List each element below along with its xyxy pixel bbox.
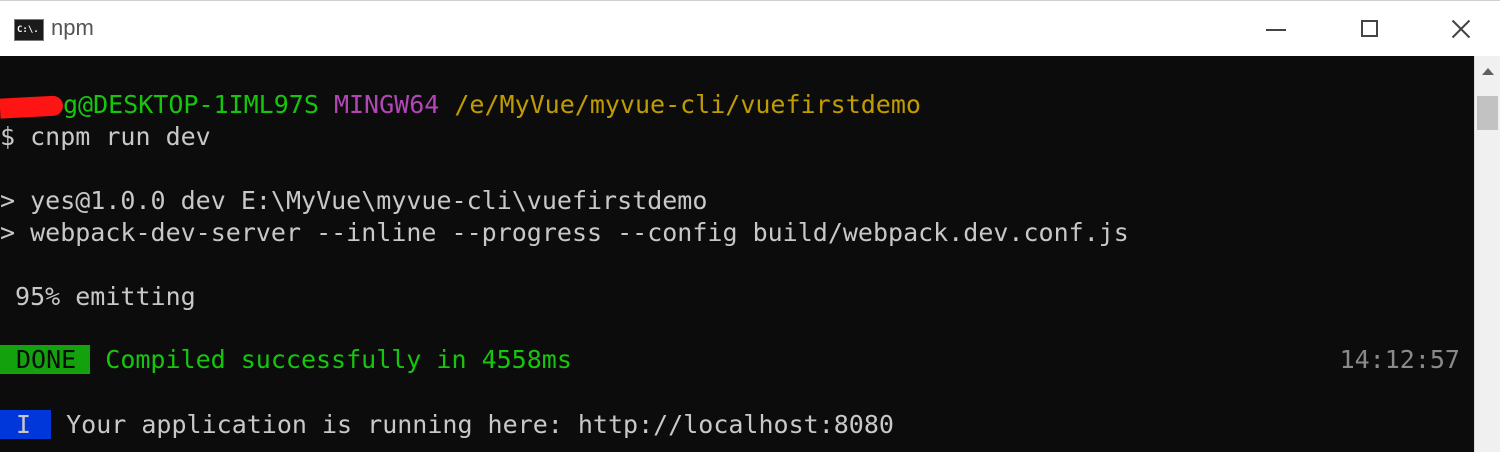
prompt-line: g@DESKTOP-1IML97S MINGW64 /e/MyVue/myvue… <box>0 89 921 121</box>
prompt-path: /e/MyVue/myvue-cli/vuefirstdemo <box>454 90 921 119</box>
close-button[interactable] <box>1415 1 1500 57</box>
title-bar[interactable]: C:\. npm <box>0 0 1500 56</box>
done-timestamp: 14:12:57 <box>1339 345 1460 374</box>
vertical-scrollbar[interactable] <box>1474 56 1500 452</box>
scroll-up-arrow-icon[interactable] <box>1482 68 1494 75</box>
done-badge: DONE <box>0 345 91 374</box>
console-app-icon: C:\. <box>14 19 44 41</box>
redaction-mark <box>0 95 64 119</box>
window-title: npm <box>51 15 94 40</box>
minimize-button[interactable] <box>1231 1 1321 57</box>
terminal-window: C:\. npm g@DESKTOP-1IML97S MINGW64 /e/My… <box>0 0 1500 452</box>
maximize-button[interactable] <box>1325 1 1415 57</box>
info-line: I Your application is running here: http… <box>0 409 894 441</box>
prompt-env: MINGW64 <box>333 90 440 119</box>
output-line-2: > webpack-dev-server --inline --progress… <box>0 218 1129 247</box>
command-line: $ cnpm run dev <box>0 122 211 151</box>
info-badge: I <box>0 410 52 439</box>
done-message: Compiled successfully in 4558ms <box>105 345 572 374</box>
progress-line: 95% emitting <box>0 282 196 311</box>
output-line-1: > yes@1.0.0 dev E:\MyVue\myvue-cli\vuefi… <box>0 186 708 215</box>
maximize-icon <box>1361 20 1378 37</box>
scroll-thumb[interactable] <box>1477 96 1498 130</box>
minimize-icon <box>1266 29 1286 31</box>
done-line: DONE Compiled successfully in 4558ms <box>0 344 572 376</box>
info-message: Your application is running here: http:/… <box>66 410 894 439</box>
console-output[interactable]: g@DESKTOP-1IML97S MINGW64 /e/MyVue/myvue… <box>0 56 1474 452</box>
